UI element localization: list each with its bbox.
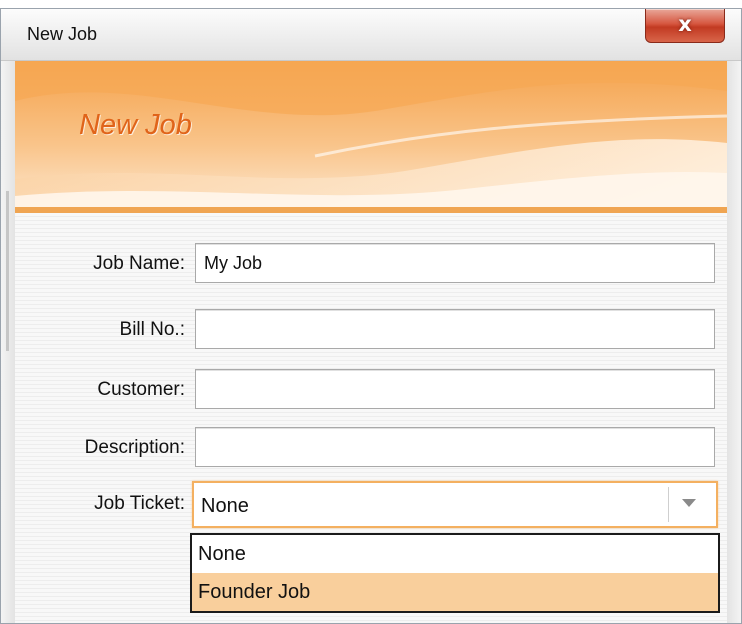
job-name-field[interactable] [195,243,715,283]
background-page-strip [0,0,742,8]
description-label: Description: [84,437,185,458]
bill-no-label: Bill No.: [119,319,185,340]
customer-field[interactable] [195,369,715,409]
job-ticket-selected-value: None [201,495,249,517]
bill-no-field[interactable] [195,309,715,349]
dropdown-option-none[interactable]: None [192,535,718,573]
header-banner: New Job [15,61,727,213]
title-bar[interactable]: New Job x [1,9,741,61]
dialog-content: New Job Job Name: Bill No.: Customer: De… [15,61,727,623]
window-title: New Job [27,24,98,44]
window-frame-left [1,61,15,623]
dropdown-option-founder-job[interactable]: Founder Job [192,573,718,611]
description-field[interactable] [195,427,715,467]
customer-label: Customer: [97,379,185,400]
combo-divider [668,487,669,522]
job-ticket-label: Job Ticket: [94,493,185,514]
chevron-down-icon[interactable] [682,499,696,507]
job-name-label: Job Name: [93,253,185,274]
banner-heading: New Job [79,109,192,141]
close-button[interactable]: x [645,9,725,43]
job-ticket-select[interactable]: None [192,481,718,528]
job-ticket-dropdown-list: None Founder Job [190,533,720,613]
new-job-dialog: New Job x New Job Job Name: My Job Bill … [0,8,742,624]
close-icon: x [678,12,692,36]
window-frame-right [727,61,741,623]
